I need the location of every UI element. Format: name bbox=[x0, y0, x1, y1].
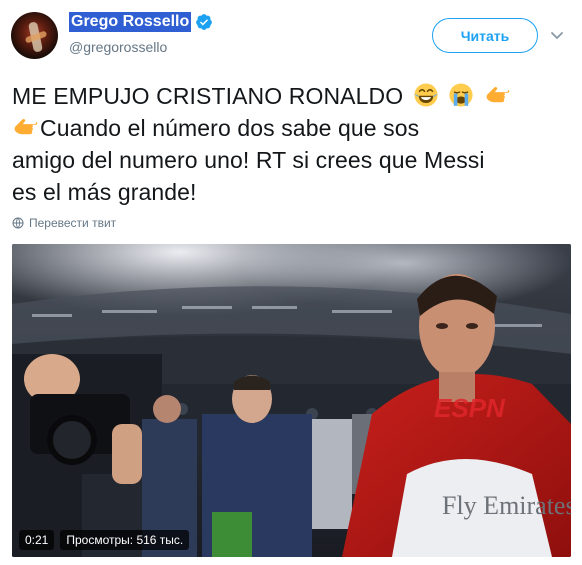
tweet-line-2: Cuando el número dos sabe que sos bbox=[12, 112, 572, 144]
video-view-count: Просмотры: 516 тыс. bbox=[60, 530, 190, 550]
globe-icon bbox=[12, 217, 24, 229]
video-duration: 0:21 bbox=[19, 530, 55, 550]
tweet-text-line-2: Cuando el número dos sabe que sos bbox=[40, 115, 420, 141]
tweet-text: ME EMPUJO CRISTIANO RONALDO Cuando el nú… bbox=[12, 80, 572, 208]
verified-badge-icon bbox=[196, 14, 213, 30]
display-name[interactable]: Grego Rossello bbox=[69, 12, 192, 32]
tweet-text-line-1: ME EMPUJO CRISTIANO RONALDO bbox=[12, 83, 404, 109]
pointing-left-emoji bbox=[486, 87, 509, 103]
tweet-line-1: ME EMPUJO CRISTIANO RONALDO bbox=[12, 80, 572, 112]
user-handle[interactable]: @gregorossello bbox=[69, 39, 167, 55]
crying-emoji bbox=[449, 83, 473, 107]
chevron-down-icon[interactable] bbox=[549, 27, 565, 43]
tears-of-joy-emoji bbox=[414, 83, 438, 107]
video-overlay: 0:21 Просмотры: 516 тыс. bbox=[19, 530, 190, 550]
tweet-header: Grego Rossello @gregorossello Читать bbox=[0, 0, 582, 66]
name-row[interactable]: Grego Rossello bbox=[69, 11, 213, 33]
pointing-left-emoji bbox=[14, 119, 38, 135]
follow-button[interactable]: Читать bbox=[432, 18, 538, 53]
shirt-sponsor-text: Fly Emirates bbox=[442, 491, 571, 520]
video-player[interactable]: ESPN Fly Emirates 0:21 Просмотры: 516 ты… bbox=[12, 244, 571, 557]
translate-tweet-link[interactable]: Перевести твит bbox=[12, 216, 116, 230]
video-frame: ESPN Fly Emirates bbox=[12, 244, 571, 557]
avatar[interactable] bbox=[11, 12, 58, 59]
tweet-text-line-3: amigo del numero uno! RT si crees que Me… bbox=[12, 147, 485, 173]
tweet-text-line-4: es el más grande! bbox=[12, 179, 197, 205]
translate-label: Перевести твит bbox=[29, 216, 117, 230]
espn-watermark: ESPN bbox=[434, 393, 506, 423]
